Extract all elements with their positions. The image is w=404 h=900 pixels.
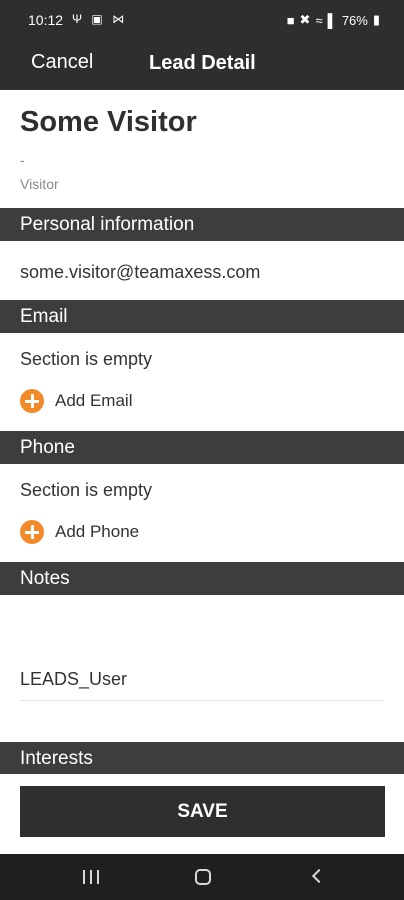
mute-icon: ✖	[299, 12, 311, 27]
gallery-icon: ▣	[91, 12, 106, 26]
usb-icon: Ψ	[72, 12, 86, 26]
plus-circle-icon	[20, 389, 44, 413]
recents-icon[interactable]	[76, 866, 106, 888]
top-navigation-bar: Cancel Lead Detail	[0, 40, 404, 90]
save-area: SAVE	[0, 774, 404, 854]
status-time: 10:12	[28, 12, 64, 28]
page-title: Lead Detail	[149, 52, 256, 74]
lead-header: Some Visitor - Visitor	[0, 90, 404, 208]
lead-role: Visitor	[20, 176, 59, 192]
home-icon[interactable]	[188, 866, 218, 888]
wifi-icon: ≈	[315, 12, 323, 28]
battery-level: 76%	[341, 12, 368, 28]
phone-empty-text: Section is empty	[20, 480, 153, 500]
status-system-icons: ■ ✖ ≈ ▌ 76% ▮	[287, 12, 380, 28]
add-email-label: Add Email	[55, 391, 133, 410]
add-email-button[interactable]: Add Email	[20, 388, 132, 414]
lock-icon: ■	[286, 12, 295, 28]
battery-icon: ▮	[372, 12, 380, 27]
add-phone-button[interactable]: Add Phone	[20, 519, 139, 545]
section-header-email: Email	[0, 300, 404, 333]
plus-circle-icon	[20, 520, 44, 544]
add-phone-label: Add Phone	[55, 522, 140, 541]
lead-subtitle: -	[20, 152, 25, 168]
system-navigation-bar	[0, 854, 404, 900]
save-button[interactable]: SAVE	[20, 786, 385, 837]
section-header-notes: Notes	[0, 562, 404, 595]
section-header-personal-information: Personal information	[0, 208, 404, 241]
section-header-interests: Interests	[0, 742, 404, 775]
section-header-phone: Phone	[0, 431, 404, 464]
mail-icon: ⋈	[112, 12, 128, 26]
cancel-button[interactable]: Cancel	[31, 51, 93, 74]
notes-divider	[20, 700, 384, 701]
back-icon[interactable]	[302, 866, 332, 888]
signal-icon: ▌	[327, 12, 337, 28]
notes-user-field[interactable]: LEADS_User	[20, 669, 127, 690]
status-bar: 10:12 Ψ ▣ ⋈ ■ ✖ ≈ ▌ 76% ▮	[0, 0, 404, 40]
personal-email-value[interactable]: some.visitor@teamaxess.com	[20, 262, 260, 283]
lead-name: Some Visitor	[20, 106, 197, 138]
email-empty-text: Section is empty	[20, 349, 153, 369]
status-notification-icons: Ψ ▣ ⋈	[72, 12, 127, 26]
